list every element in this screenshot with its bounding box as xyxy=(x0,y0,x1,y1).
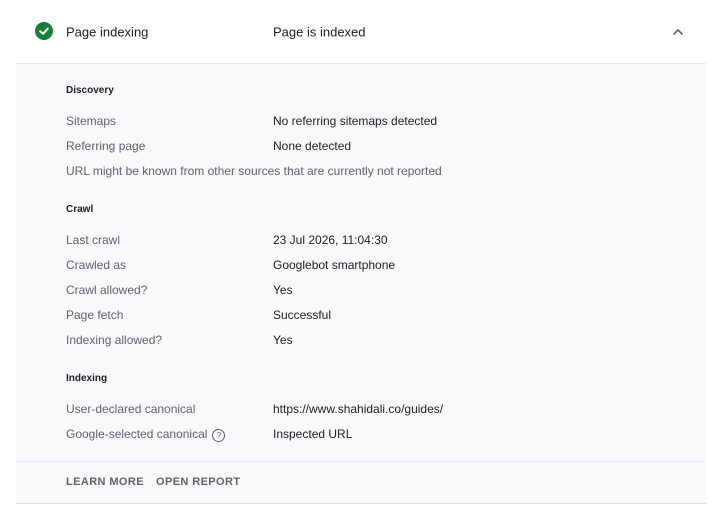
crawl-allowed-label: Crawl allowed? xyxy=(66,283,148,297)
page-indexing-header[interactable]: Page indexing Page is indexed xyxy=(16,0,706,64)
referring-page-value: None detected xyxy=(273,139,352,153)
page-fetch-value: Successful xyxy=(273,308,332,322)
chevron-up-icon[interactable] xyxy=(669,23,687,41)
discovery-heading: Discovery xyxy=(66,85,114,96)
crawl-allowed-value: Yes xyxy=(273,283,293,297)
sitemaps-label: Sitemaps xyxy=(66,114,117,128)
last-crawl-label: Last crawl xyxy=(66,233,121,247)
crawl-heading: Crawl xyxy=(66,204,94,215)
crawled-as-value: Googlebot smartphone xyxy=(273,258,396,272)
user-canonical-value: https://www.shahidali.co/guides/ xyxy=(273,402,444,416)
indexing-heading: Indexing xyxy=(66,373,108,384)
page-indexing-panel: Page indexing Page is indexed Discovery … xyxy=(16,0,706,504)
crawled-as-label: Crawled as xyxy=(66,258,127,272)
indexing-allowed-label: Indexing allowed? xyxy=(66,333,163,347)
open-report-button[interactable]: OPEN REPORT xyxy=(156,476,240,488)
footer-divider xyxy=(16,461,706,462)
page-fetch-label: Page fetch xyxy=(66,308,124,322)
google-canonical-row-label: Google-selected canonical? xyxy=(66,427,226,442)
learn-more-button[interactable]: LEARN MORE xyxy=(66,476,144,488)
sitemaps-value: No referring sitemaps detected xyxy=(273,114,438,128)
user-canonical-label: User-declared canonical xyxy=(66,402,196,416)
indexing-allowed-value: Yes xyxy=(273,333,293,347)
google-canonical-value: Inspected URL xyxy=(273,427,353,441)
last-crawl-value: 23 Jul 2026, 11:04:30 xyxy=(273,233,388,247)
discovery-note: URL might be known from other sources th… xyxy=(66,164,442,178)
help-circle-icon[interactable]: ? xyxy=(212,429,226,442)
check-circle-icon xyxy=(35,22,53,40)
page-indexing-status: Page is indexed xyxy=(273,24,366,40)
page-indexing-title: Page indexing xyxy=(66,24,149,40)
referring-page-label: Referring page xyxy=(66,139,146,153)
google-canonical-label: Google-selected canonical xyxy=(66,427,208,441)
